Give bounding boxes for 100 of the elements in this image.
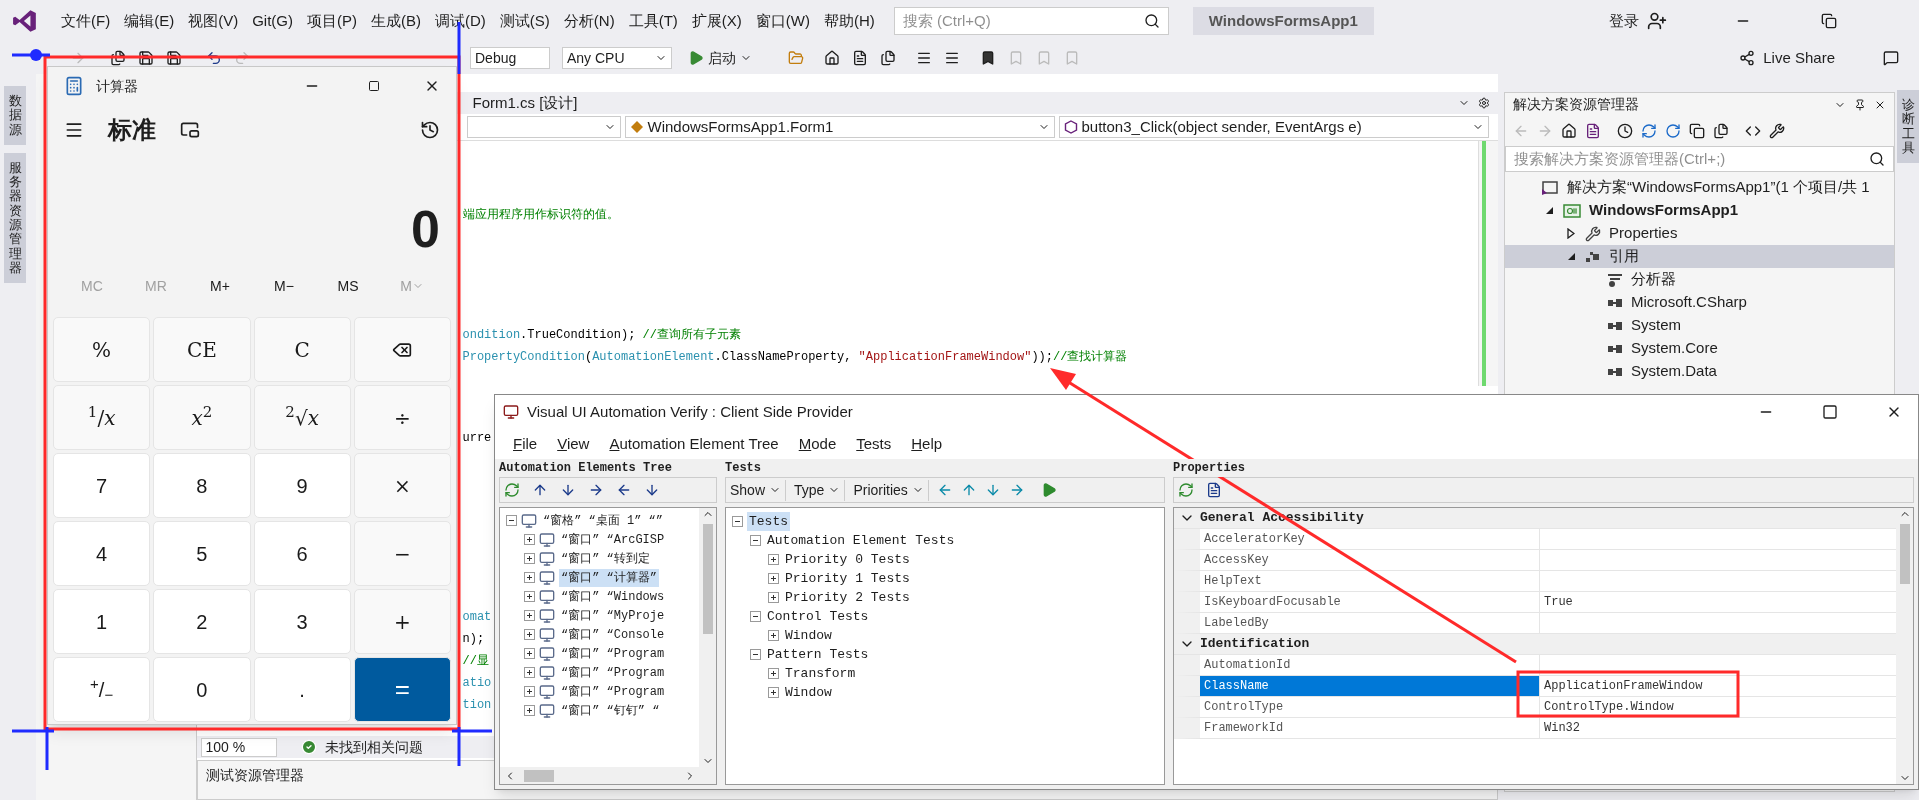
member-dropdown[interactable]: button3_Click(object sender, EventArgs e): [1058, 116, 1489, 138]
wrench-icon[interactable]: [1769, 123, 1786, 139]
code-icon[interactable]: [1745, 123, 1762, 139]
tree-item[interactable]: Priority 1 Tests: [783, 568, 912, 589]
scroll-bar[interactable]: [1478, 141, 1499, 386]
function-key[interactable]: $^{2}$√x: [253, 385, 351, 450]
tree-item[interactable]: System.Core: [1505, 337, 1894, 360]
memory-button[interactable]: M−: [252, 275, 316, 297]
digit-key[interactable]: .: [253, 657, 351, 722]
digit-key[interactable]: 0: [153, 657, 251, 722]
search-icon[interactable]: [1143, 13, 1160, 29]
collapse-box-icon[interactable]: [750, 535, 761, 546]
menu-item[interactable]: View: [547, 432, 600, 456]
digit-key[interactable]: 4: [53, 521, 151, 586]
filter-dropdown[interactable]: Priorities: [853, 479, 929, 501]
folder-icon[interactable]: [788, 50, 804, 66]
home-icon[interactable]: [824, 50, 840, 66]
scroll-bar[interactable]: [699, 508, 716, 767]
expand-box-icon[interactable]: [524, 686, 535, 697]
settings-icon[interactable]: [1478, 97, 1491, 109]
menu-item[interactable]: Automation Element Tree: [599, 432, 789, 456]
function-key[interactable]: ×: [353, 453, 451, 518]
menu-item[interactable]: 帮助(H): [816, 9, 882, 33]
collapse-box-icon[interactable]: [750, 649, 761, 660]
menu-item[interactable]: 测试(S): [492, 9, 557, 33]
collapse-box-icon[interactable]: [506, 515, 517, 526]
digit-key[interactable]: 7: [53, 453, 151, 518]
zoom-dropdown[interactable]: 100 %: [200, 737, 277, 757]
expand-box-icon[interactable]: [524, 572, 535, 583]
digit-key[interactable]: 5: [153, 521, 251, 586]
tree-item[interactable]: “窗口” “转到定: [559, 549, 652, 568]
menu-item[interactable]: 工具(T): [621, 9, 685, 33]
tree-item[interactable]: Tests: [747, 511, 790, 532]
tree-item[interactable]: Microsoft.CSharp: [1505, 291, 1894, 314]
redo-icon[interactable]: [234, 50, 250, 66]
function-key[interactable]: ÷: [353, 385, 451, 450]
menu-item[interactable]: 生成(B): [364, 9, 428, 33]
function-key[interactable]: C: [253, 317, 351, 382]
menu-item[interactable]: 分析(N): [556, 9, 622, 33]
tree-item[interactable]: WindowsFormsApp1: [1505, 199, 1894, 222]
expand-box-icon[interactable]: [524, 553, 535, 564]
tree-item[interactable]: Control Tests: [765, 606, 871, 627]
menu-item[interactable]: Help: [901, 432, 953, 456]
start-button[interactable]: 启动: [684, 47, 756, 69]
home-icon[interactable]: [1561, 123, 1578, 139]
first-child-icon[interactable]: [560, 482, 576, 498]
expand-box-icon[interactable]: [524, 667, 535, 678]
history-icon[interactable]: [420, 120, 440, 140]
digit-key[interactable]: $^{+}$/$_{−}$: [53, 657, 151, 722]
side-tab[interactable]: 服务器资源管理器: [4, 152, 26, 284]
add-user-icon[interactable]: [1647, 11, 1667, 31]
side-tab[interactable]: 数据源: [4, 86, 26, 145]
tree-item[interactable]: “窗口” “计算器”: [559, 568, 659, 587]
tree-item[interactable]: “窗口” “Program: [559, 663, 667, 682]
tree-item[interactable]: Priority 2 Tests: [783, 587, 912, 608]
maximize-icon[interactable]: [368, 80, 380, 92]
digit-key[interactable]: 1: [53, 589, 151, 654]
search-icon[interactable]: [1869, 151, 1885, 167]
undo-icon[interactable]: [206, 50, 222, 66]
maximize-icon[interactable]: [1822, 404, 1838, 420]
property-name[interactable]: ClassName: [1200, 676, 1540, 696]
scroll-thumb[interactable]: [524, 769, 554, 782]
scroll-thumb[interactable]: [1899, 524, 1910, 584]
menu-item[interactable]: 项目(P): [300, 9, 364, 33]
tree-item[interactable]: “窗口” “Windows: [559, 587, 667, 606]
show-files-icon[interactable]: [1713, 123, 1730, 139]
expand-box-icon[interactable]: [524, 705, 535, 716]
tree-item[interactable]: “窗格” “桌面 1” “”: [541, 511, 665, 530]
feedback-icon[interactable]: [1883, 50, 1899, 66]
tree-item[interactable]: System.Data: [1505, 360, 1894, 383]
tree-item[interactable]: Pattern Tests: [765, 644, 871, 665]
expand-box-icon[interactable]: [524, 591, 535, 602]
tree-item[interactable]: “窗口” “Program: [559, 644, 667, 663]
digit-key[interactable]: 9: [253, 453, 351, 518]
save-icon[interactable]: [138, 50, 154, 66]
menu-item[interactable]: 扩展(X): [684, 9, 749, 33]
function-key[interactable]: +: [353, 589, 451, 654]
menu-icon[interactable]: [64, 120, 84, 140]
menu-item[interactable]: 窗口(W): [748, 9, 817, 33]
memory-button[interactable]: M+: [188, 275, 252, 297]
digit-key[interactable]: 6: [253, 521, 351, 586]
collapse-triangle-icon[interactable]: [1544, 206, 1554, 215]
expand-box-icon[interactable]: [768, 668, 779, 679]
tree-item[interactable]: Automation Element Tests: [765, 530, 957, 551]
tree-item[interactable]: Priority 0 Tests: [783, 549, 912, 570]
align-icon[interactable]: [916, 50, 932, 66]
pin-icon[interactable]: [1854, 98, 1866, 111]
group-title[interactable]: Identification: [1200, 634, 1310, 654]
configuration-dropdown[interactable]: Debug: [470, 47, 550, 69]
clock-icon[interactable]: [1617, 123, 1634, 139]
parent-icon[interactable]: [532, 482, 548, 498]
tree-item[interactable]: 解决方案“WindowsFormsApp1”(1 个项目/共 1: [1505, 176, 1894, 199]
digit-key[interactable]: 3: [253, 589, 351, 654]
function-key[interactable]: CE: [153, 317, 251, 382]
menu-item[interactable]: Tests: [846, 432, 902, 456]
collapse-box-icon[interactable]: [750, 611, 761, 622]
live-share-button[interactable]: Live Share: [1739, 46, 1835, 70]
filter-dropdown[interactable]: Show: [730, 479, 787, 501]
next-sibling-icon[interactable]: [588, 482, 604, 498]
editor-tab[interactable]: Form1.cs [设计]: [468, 92, 582, 114]
